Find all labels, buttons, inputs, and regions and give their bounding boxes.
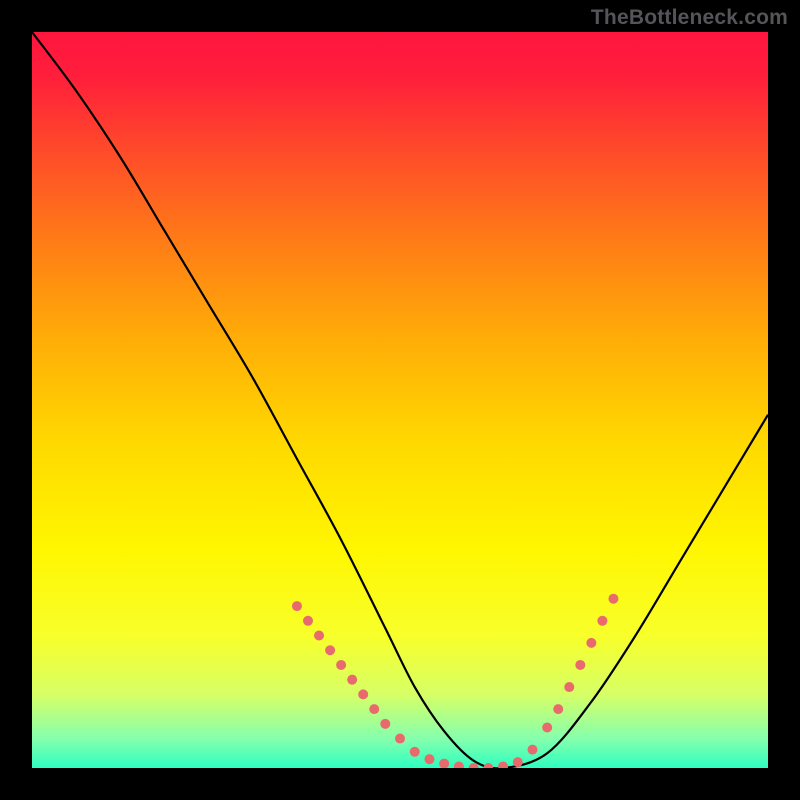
marker-dot <box>553 704 563 714</box>
marker-dot <box>380 719 390 729</box>
marker-dot <box>597 616 607 626</box>
marker-dot <box>347 675 357 685</box>
marker-dot <box>395 734 405 744</box>
marker-dot <box>575 660 585 670</box>
marker-dot <box>303 616 313 626</box>
marker-dot <box>608 594 618 604</box>
marker-dot <box>564 682 574 692</box>
marker-dot <box>358 689 368 699</box>
marker-dot <box>369 704 379 714</box>
marker-dot <box>513 757 523 767</box>
chart-frame <box>32 32 768 768</box>
watermark-text: TheBottleneck.com <box>591 6 788 30</box>
marker-dot <box>527 745 537 755</box>
marker-dot <box>292 601 302 611</box>
marker-dot <box>424 754 434 764</box>
marker-dot <box>314 631 324 641</box>
chart-svg <box>32 32 768 768</box>
marker-dot <box>542 723 552 733</box>
marker-dot <box>586 638 596 648</box>
marker-dot <box>325 645 335 655</box>
marker-dot <box>336 660 346 670</box>
marker-dot <box>410 747 420 757</box>
